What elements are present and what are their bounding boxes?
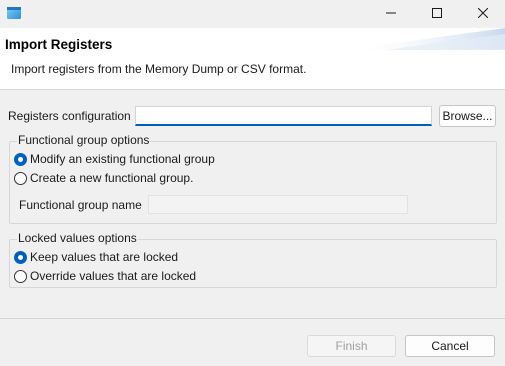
- minimize-button[interactable]: [368, 0, 414, 28]
- radio-unselected-icon: [14, 171, 27, 185]
- finish-button[interactable]: Finish: [307, 335, 396, 357]
- close-icon: [477, 7, 489, 21]
- create-new-group-radio[interactable]: Create a new functional group.: [14, 171, 193, 185]
- dialog-description: Import registers from the Memory Dump or…: [11, 62, 307, 76]
- radio-selected-icon: [14, 152, 27, 166]
- radio-label: Override values that are locked: [30, 269, 197, 283]
- banner-decoration-graphic: [345, 28, 505, 50]
- locked-values-options-legend: Locked values options: [17, 231, 138, 245]
- dialog-title: Import Registers: [5, 37, 113, 52]
- title-bar: [0, 0, 505, 28]
- registers-configuration-label: Registers configuration: [8, 109, 131, 123]
- app-window-icon: [6, 5, 22, 21]
- browse-button[interactable]: Browse...: [439, 105, 496, 127]
- footer-separator: [0, 318, 505, 319]
- radio-label: Modify an existing functional group: [30, 152, 215, 166]
- functional-group-name-label: Functional group name: [19, 198, 142, 212]
- keep-locked-values-radio[interactable]: Keep values that are locked: [14, 250, 178, 264]
- wizard-header-banner: Import Registers Import registers from t…: [0, 28, 505, 90]
- radio-unselected-icon: [14, 269, 27, 283]
- functional-group-name-input[interactable]: [148, 195, 408, 214]
- close-button[interactable]: [460, 0, 505, 28]
- radio-label: Create a new functional group.: [30, 171, 194, 185]
- maximize-icon: [432, 7, 442, 21]
- maximize-button[interactable]: [414, 0, 460, 28]
- radio-selected-icon: [14, 250, 27, 264]
- modify-existing-group-radio[interactable]: Modify an existing functional group: [14, 152, 215, 166]
- registers-configuration-input[interactable]: [135, 106, 432, 126]
- override-locked-values-radio[interactable]: Override values that are locked: [14, 269, 196, 283]
- radio-label: Keep values that are locked: [30, 250, 179, 264]
- functional-group-options-legend: Functional group options: [17, 133, 151, 147]
- minimize-icon: [386, 7, 396, 21]
- cancel-button[interactable]: Cancel: [405, 335, 495, 357]
